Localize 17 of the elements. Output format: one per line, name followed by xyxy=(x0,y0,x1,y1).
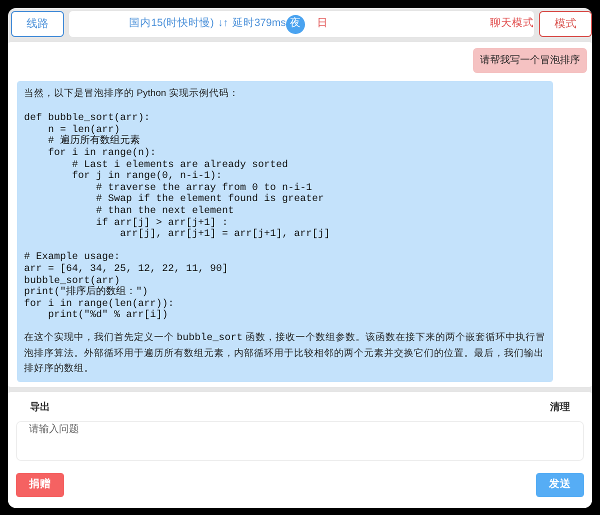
donate-button[interactable]: 捐赠 xyxy=(16,473,64,497)
send-button[interactable]: 发送 xyxy=(536,473,584,497)
theme-toggle[interactable]: 夜 xyxy=(286,14,305,34)
latency-text: 延时379ms xyxy=(232,16,286,32)
explanation-text: 在这个实现中，我们首先定义一个 bubble_sort 函数，接收一个数组参数。该函数在接下来的两个嵌套循环中执行冒泡排序算法。外部循环用于遍历所有数组元素，内部循环用于比较相邻的两个元素并交换它们的位置。最后，我们输出排好序的数组。 xyxy=(24,330,546,376)
question-input[interactable]: 请输入问题 xyxy=(16,421,584,461)
code-text: def bubble_sort(arr): n = len(arr) # 遍历所有数组元素 for i in range(n): # Last i elements are already sorted for j in range(0, n-i-1): # traverse the array from 0 to n-i-1 # Swap if the element found is greater # than the next element if arr[j] > arr[j+1] : arr[j], arr[j+1] = arr[j+1], arr[j] # Example usage: arr = [64, 34, 25, 12, 22, 11, 90] bubble_sort(arr) print("排序后的数组：") for i in range(len(arr)): print("%d" % arr[i]) xyxy=(24,113,332,322)
intro-text: 当然，以下是冒泡排序的 Python 实现示例代码： xyxy=(24,87,240,101)
clear-button[interactable]: 清理 xyxy=(536,400,584,415)
speed-arrows: ↓↑ xyxy=(218,16,228,32)
theme-toggle[interactable]: 日 xyxy=(312,14,332,34)
mode-button[interactable]: 模式 xyxy=(538,11,592,37)
chat-mode-label[interactable]: 聊天模式 xyxy=(490,16,534,32)
user-message: 请帮我写一个冒泡排序 xyxy=(473,48,587,73)
line-status: 国内15(时快时慢) xyxy=(129,16,214,32)
export-button[interactable]: 导出 xyxy=(16,400,64,415)
route-button[interactable]: 线路 xyxy=(11,11,64,37)
